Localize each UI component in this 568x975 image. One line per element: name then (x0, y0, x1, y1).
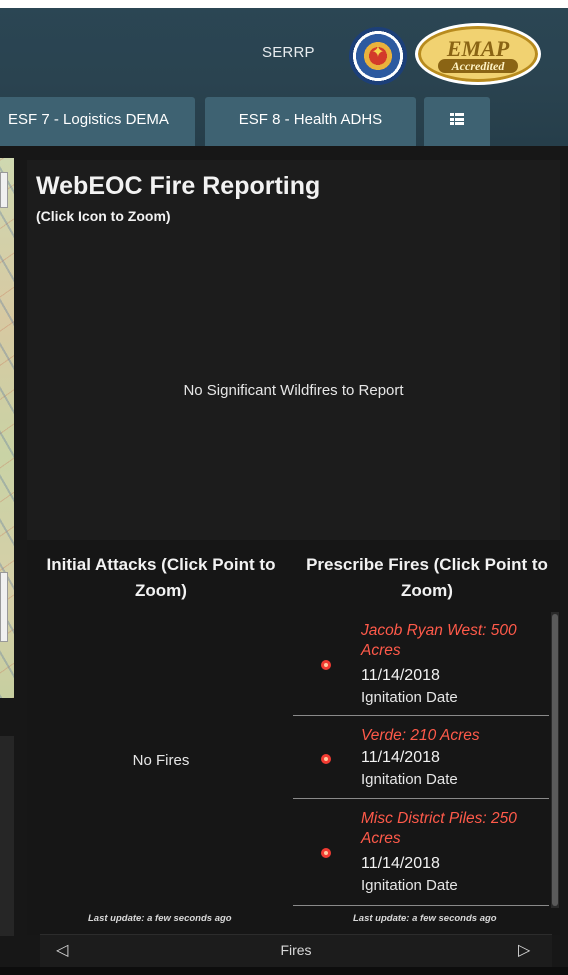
map-side-widget[interactable] (0, 572, 8, 642)
tab-more-menu[interactable] (424, 97, 490, 146)
top-strip (0, 0, 568, 8)
arizona-state-seal-icon: ✦ (349, 27, 407, 85)
tab-esf8-health[interactable]: ESF 8 - Health ADHS (205, 97, 416, 146)
fire-reporting-empty-message: No Significant Wildfires to Report (183, 382, 404, 399)
list-item[interactable]: Verde: 210 Acres 11/14/2018 Ignitation D… (293, 717, 549, 799)
initial-attacks-empty-message: No Fires (132, 752, 190, 769)
prescribe-fires-last-update: Last update: a few seconds ago (353, 913, 497, 924)
emap-badge-text: EMAP (446, 36, 510, 61)
fire-date: 11/14/2018 (361, 667, 440, 684)
prescribe-fires-list[interactable]: Jacob Ryan West: 500 Acres 11/14/2018 Ig… (293, 612, 549, 908)
app-header: SERRP ✦ EMAP Accredited ESF 7 - Logistic… (0, 0, 568, 146)
map-zoom-control[interactable] (0, 172, 8, 208)
fire-reporting-panel: WebEOC Fire Reporting (Click Icon to Zoo… (27, 160, 560, 540)
fire-date: 11/14/2018 (361, 749, 440, 766)
initial-attacks-heading: Initial Attacks (Click Point to Zoom) (46, 555, 276, 600)
fire-name: Misc District Piles: 250 Acres (361, 810, 517, 847)
fire-date-label: Ignitation Date (361, 877, 458, 894)
prescribe-fires-heading: Prescribe Fires (Click Point to Zoom) (306, 555, 548, 600)
seal-star-icon: ✦ (371, 44, 385, 61)
fire-name: Jacob Ryan West: 500 Acres (361, 622, 517, 659)
prescribe-list-scroll-thumb[interactable] (552, 614, 558, 906)
list-item[interactable]: Misc District Piles: 250 Acres 11/14/201… (293, 800, 549, 906)
fire-reporting-subtitle: (Click Icon to Zoom) (36, 208, 171, 224)
grid-list-icon (450, 113, 464, 125)
triangle-right-icon[interactable]: ▷ (518, 941, 530, 961)
initial-attacks-last-update: Last update: a few seconds ago (88, 913, 232, 924)
fire-marker-icon (321, 848, 331, 858)
fire-marker-icon (321, 754, 331, 764)
fire-reporting-title: WebEOC Fire Reporting (36, 172, 321, 200)
emap-accredited-badge-icon: EMAP Accredited (415, 23, 541, 85)
fire-date: 11/14/2018 (361, 855, 440, 872)
fire-name: Verde: 210 Acres (361, 727, 480, 744)
widget-pager: ◁ Fires ▷ (40, 934, 552, 967)
bottom-edge (0, 967, 568, 975)
fire-date-label: Ignitation Date (361, 689, 458, 706)
fire-marker-icon (321, 660, 331, 670)
left-side-panel (0, 736, 14, 936)
emap-badge-subtext: Accredited (438, 59, 518, 73)
tab-esf7-logistics[interactable]: ESF 7 - Logistics DEMA (0, 97, 195, 146)
fire-date-label: Ignitation Date (361, 771, 458, 788)
list-item[interactable]: Jacob Ryan West: 500 Acres 11/14/2018 Ig… (293, 612, 549, 716)
pager-label: Fires (280, 942, 312, 958)
serrp-link[interactable]: SERRP (262, 44, 315, 61)
